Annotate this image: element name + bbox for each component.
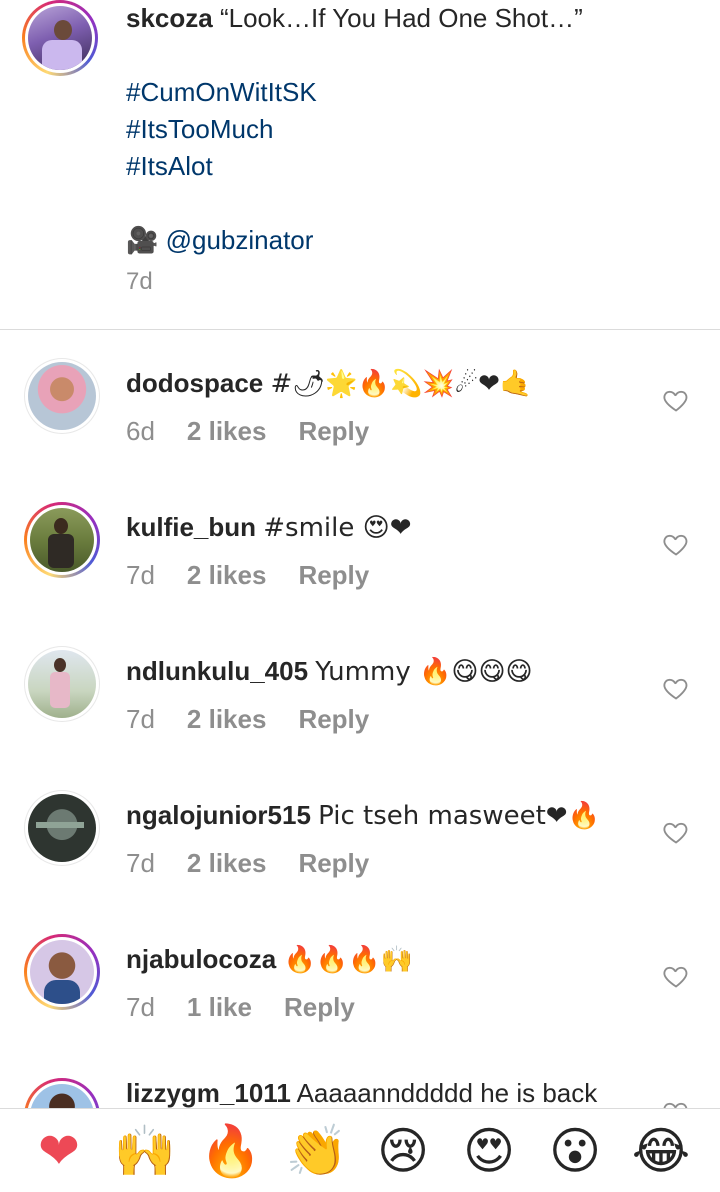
commenter-avatar[interactable] [24, 1078, 100, 1108]
comment-row: njabulocoza 🔥🔥🔥🙌 7d 1 like Reply [0, 920, 720, 1064]
commenter-avatar[interactable] [24, 358, 100, 434]
like-heart-icon[interactable] [662, 818, 690, 846]
commenter-avatar[interactable] [24, 934, 100, 1010]
caption-divider [0, 329, 720, 330]
comment-body: #smile 😍❤ [263, 513, 412, 543]
movie-camera-icon: 🎥 [126, 226, 159, 256]
comment-row: lizzygm_1011 Aaaaannddddd he is back [0, 1064, 720, 1108]
comment-time: 7d [126, 704, 155, 734]
comment-body: Yummy 🔥😋😋😋 [315, 657, 533, 687]
comment-row: ndlunkulu_405 Yummy 🔥😋😋😋 7d 2 likes Repl… [0, 632, 720, 776]
heart-reaction-icon[interactable]: ❤ [26, 1121, 92, 1181]
caption-author-avatar[interactable] [22, 0, 98, 76]
comment-row: kulfie_bun #smile 😍❤ 7d 2 likes Reply [0, 488, 720, 632]
comment-likes[interactable]: 1 like [187, 992, 252, 1023]
commenter-avatar[interactable] [24, 646, 100, 722]
caption-hashtag[interactable]: #ItsTooMuch [126, 111, 706, 148]
caption-username[interactable]: skcoza [126, 3, 213, 33]
comment-text: dodospace #🌶🌟🔥💫💥☄❤🤙 [126, 366, 532, 401]
comment-row: ngalojunior515 Pic tseh masweet❤🔥 7d 2 l… [0, 776, 720, 920]
like-heart-icon[interactable] [662, 962, 690, 990]
comment-text: ndlunkulu_405 Yummy 🔥😋😋😋 [126, 654, 533, 689]
like-heart-icon[interactable] [662, 674, 690, 702]
surprised-face-reaction-icon[interactable]: 😮 [542, 1121, 608, 1181]
comment-meta: 7d 1 like Reply [126, 992, 355, 1023]
comment-meta: 6d 2 likes Reply [126, 416, 369, 447]
crying-face-reaction-icon[interactable]: 😢 [370, 1121, 436, 1181]
comment-likes[interactable]: 2 likes [187, 704, 267, 735]
reply-button[interactable]: Reply [298, 560, 369, 591]
like-heart-icon[interactable] [662, 530, 690, 558]
comment-time: 7d [126, 560, 155, 590]
caption-quote: “Look…If You Had One Shot…” [219, 3, 583, 33]
comment-likes[interactable]: 2 likes [187, 560, 267, 591]
caption-mention[interactable]: @gubzinator [166, 225, 314, 255]
comment-time: 6d [126, 416, 155, 446]
like-heart-icon[interactable] [662, 386, 690, 414]
comment-body: Pic tseh masweet❤🔥 [318, 801, 600, 831]
reply-button[interactable]: Reply [298, 848, 369, 879]
comment-meta: 7d 2 likes Reply [126, 848, 369, 879]
heart-eyes-reaction-icon[interactable]: 😍 [456, 1121, 522, 1181]
commenter-avatar[interactable] [24, 502, 100, 578]
commenter-avatar[interactable] [24, 790, 100, 866]
fire-reaction-icon[interactable]: 🔥 [198, 1121, 264, 1181]
comment-body: #🌶🌟🔥💫💥☄❤🤙 [270, 369, 533, 399]
comment-username[interactable]: ngalojunior515 [126, 800, 311, 830]
comment-body: Aaaaannddddd he is back [296, 1078, 598, 1108]
raised-hands-reaction-icon[interactable]: 🙌 [112, 1121, 178, 1181]
reply-button[interactable]: Reply [298, 704, 369, 735]
comment-time: 7d [126, 992, 155, 1022]
comment-username[interactable]: ndlunkulu_405 [126, 656, 308, 686]
comment-text: njabulocoza 🔥🔥🔥🙌 [126, 942, 413, 977]
caption-hashtag[interactable]: #ItsAlot [126, 148, 706, 185]
comment-meta: 7d 2 likes Reply [126, 560, 369, 591]
comment-text: kulfie_bun #smile 😍❤ [126, 510, 412, 545]
comment-username[interactable]: njabulocoza [126, 944, 276, 974]
clapping-hands-reaction-icon[interactable]: 👏 [284, 1121, 350, 1181]
reply-button[interactable]: Reply [284, 992, 355, 1023]
comment-body: 🔥🔥🔥🙌 [283, 945, 413, 975]
comment-meta: 7d 2 likes Reply [126, 704, 369, 735]
comment-likes[interactable]: 2 likes [187, 416, 267, 447]
tears-of-joy-reaction-icon[interactable]: 😂 [628, 1121, 694, 1181]
comment-username[interactable]: dodospace [126, 368, 263, 398]
comment-likes[interactable]: 2 likes [187, 848, 267, 879]
caption-text: skcoza “Look…If You Had One Shot…” #CumO… [126, 0, 706, 260]
quick-reaction-bar: ❤ 🙌 🔥 👏 😢 😍 😮 😂 [0, 1108, 720, 1192]
reply-button[interactable]: Reply [298, 416, 369, 447]
caption-hashtag[interactable]: #CumOnWitItSK [126, 74, 706, 111]
comment-time: 7d [126, 848, 155, 878]
post-caption: skcoza “Look…If You Had One Shot…” #CumO… [0, 0, 720, 330]
like-heart-icon[interactable] [662, 1098, 690, 1108]
comment-username[interactable]: kulfie_bun [126, 512, 256, 542]
comment-text: ngalojunior515 Pic tseh masweet❤🔥 [126, 798, 600, 833]
comment-text: lizzygm_1011 Aaaaannddddd he is back [126, 1076, 597, 1108]
caption-timestamp: 7d [126, 268, 153, 295]
comment-username[interactable]: lizzygm_1011 [126, 1078, 291, 1108]
comment-row: dodospace #🌶🌟🔥💫💥☄❤🤙 6d 2 likes Reply [0, 344, 720, 488]
